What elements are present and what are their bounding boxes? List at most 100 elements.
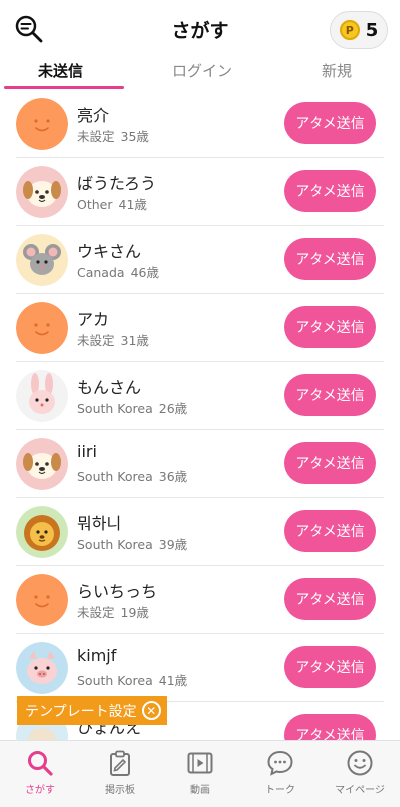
nav-label: 動画 (190, 785, 210, 796)
filter-tabs: 未送信 ログイン 新規 (0, 56, 400, 90)
user-name: ウキさん (77, 242, 142, 261)
user-meta: 未設定 31歳 (77, 330, 155, 349)
user-name: iiri (77, 442, 97, 461)
user-name: kimjf (77, 646, 117, 665)
active-tab-indicator (4, 86, 124, 89)
user-country: 未設定 (77, 333, 115, 348)
user-country: 未設定 (77, 605, 115, 620)
smiley-icon (347, 750, 373, 776)
user-meta: 未設定 35歳 (77, 126, 155, 145)
avatar[interactable] (16, 234, 68, 286)
user-country: Canada (77, 265, 125, 280)
nav-item-video[interactable]: 動画 (160, 741, 240, 807)
user-country: South Korea (77, 673, 153, 688)
default-avatar-icon (16, 98, 68, 150)
dog-icon (16, 166, 68, 218)
user-age: 35歳 (120, 129, 149, 144)
avatar[interactable] (16, 574, 68, 626)
coin-icon: P (339, 20, 360, 40)
user-meta: South Korea 41歳 (77, 670, 193, 689)
tab-unsent[interactable]: 未送信 (38, 60, 83, 81)
user-age: 41歳 (158, 673, 188, 688)
user-age: 26歳 (158, 401, 188, 416)
app-header: さがす P 5 (0, 0, 400, 56)
nav-label: マイページ (335, 785, 385, 796)
user-row[interactable]: もんさん South Korea 26歳 アタメ送信 (0, 362, 400, 430)
user-meta: 未設定 19歳 (77, 602, 155, 621)
user-age: 39歳 (158, 537, 188, 552)
search-icon (28, 751, 53, 776)
user-row[interactable]: ばうたろう Other 41歳 アタメ送信 (0, 158, 400, 226)
user-name: もんさん (77, 378, 142, 397)
user-row[interactable]: kimjf South Korea 41歳 アタメ送信 (0, 634, 400, 702)
user-country: South Korea (77, 401, 153, 416)
user-meta: South Korea 26歳 (77, 398, 193, 417)
default-avatar-icon (16, 302, 68, 354)
clipboard-icon (110, 750, 130, 776)
template-settings-label: テンプレート設定 (25, 703, 137, 720)
send-atame-button[interactable]: アタメ送信 (284, 646, 376, 688)
user-name: アカ (77, 310, 110, 329)
video-icon (187, 752, 213, 774)
nav-item-mypage[interactable]: マイページ (320, 741, 400, 807)
user-age: 19歳 (120, 605, 149, 620)
user-name: らいちっち (77, 582, 158, 601)
user-row[interactable]: 뭐하니 South Korea 39歳 アタメ送信 (0, 498, 400, 566)
user-row[interactable]: らいちっち 未設定 19歳 アタメ送信 (0, 566, 400, 634)
user-country: South Korea (77, 469, 153, 484)
close-icon[interactable]: ✕ (141, 701, 161, 720)
user-row[interactable]: アカ 未設定 31歳 アタメ送信 (0, 294, 400, 362)
user-row[interactable]: ウキさん Canada 46歳 アタメ送信 (0, 226, 400, 294)
nav-item-board[interactable]: 掲示板 (80, 741, 160, 807)
send-atame-button[interactable]: アタメ送信 (284, 374, 376, 416)
send-atame-button[interactable]: アタメ送信 (284, 714, 376, 740)
user-country: South Korea (77, 537, 153, 552)
send-atame-button[interactable]: アタメ送信 (284, 170, 376, 212)
user-age: 31歳 (120, 333, 149, 348)
nav-label: さがす (25, 785, 55, 796)
user-age: 36歳 (158, 469, 188, 484)
mouse-icon (16, 234, 68, 286)
avatar[interactable] (16, 438, 68, 490)
avatar[interactable] (16, 642, 68, 694)
nav-item-talk[interactable]: トーク (240, 741, 320, 807)
rabbit-icon (16, 370, 68, 422)
nav-label: トーク (265, 785, 295, 796)
user-country: 未設定 (77, 129, 115, 144)
send-atame-button[interactable]: アタメ送信 (284, 510, 376, 552)
bottom-nav: さがす 掲示板 動画 トーク マイページ (0, 740, 400, 807)
default-avatar-icon (16, 574, 68, 626)
send-atame-button[interactable]: アタメ送信 (284, 306, 376, 348)
send-atame-button[interactable]: アタメ送信 (284, 442, 376, 484)
send-atame-button[interactable]: アタメ送信 (284, 238, 376, 280)
send-atame-button[interactable]: アタメ送信 (284, 102, 376, 144)
user-name: 뭐하니 (77, 514, 122, 533)
tab-login[interactable]: ログイン (172, 60, 232, 81)
dog-icon (16, 438, 68, 490)
point-balance-button[interactable]: P 5 (330, 11, 388, 49)
point-count: 5 (365, 19, 379, 41)
user-name: 亮介 (77, 106, 110, 125)
avatar[interactable] (16, 370, 68, 422)
user-age: 46歳 (130, 265, 159, 280)
user-list[interactable]: 亮介 未設定 35歳 アタメ送信 ばうたろう Other 41歳 アタメ送信 ウ… (0, 90, 400, 740)
send-atame-button[interactable]: アタメ送信 (284, 578, 376, 620)
avatar[interactable] (16, 506, 68, 558)
nav-item-search[interactable]: さがす (0, 741, 80, 807)
nav-label: 掲示板 (105, 785, 135, 796)
avatar[interactable] (16, 98, 68, 150)
user-meta: South Korea 39歳 (77, 534, 193, 553)
user-meta: South Korea 36歳 (77, 466, 193, 485)
avatar[interactable] (16, 166, 68, 218)
lion-icon (16, 506, 68, 558)
chat-icon (267, 750, 293, 776)
user-row[interactable]: iiri South Korea 36歳 アタメ送信 (0, 430, 400, 498)
pig-icon (16, 642, 68, 694)
template-settings-banner[interactable]: テンプレート設定 ✕ (17, 696, 167, 725)
user-name: ばうたろう (77, 174, 157, 193)
avatar[interactable] (16, 302, 68, 354)
tab-new[interactable]: 新規 (322, 60, 352, 81)
user-row[interactable]: 亮介 未設定 35歳 アタメ送信 (0, 90, 400, 158)
user-meta: Canada 46歳 (77, 262, 165, 281)
user-age: 41歳 (118, 197, 147, 212)
